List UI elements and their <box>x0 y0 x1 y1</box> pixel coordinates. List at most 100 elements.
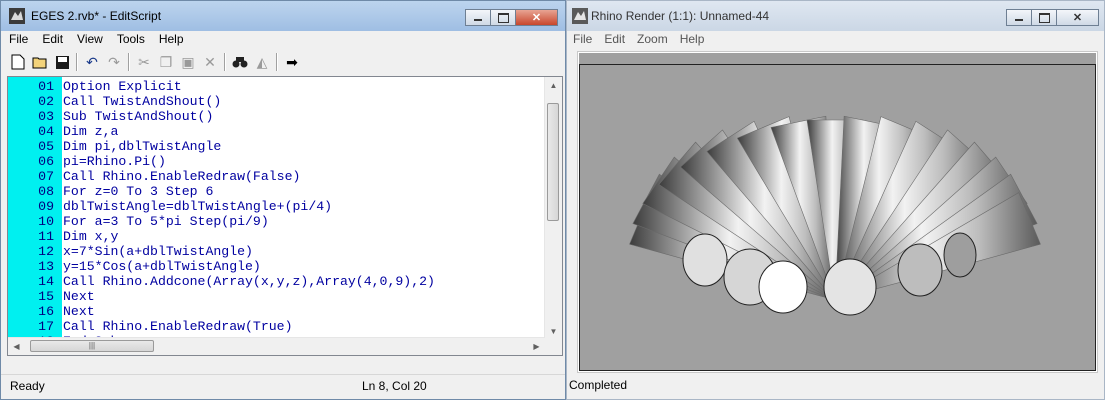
minimize-button[interactable] <box>465 9 490 26</box>
code-line: 04 Dim z,a <box>8 124 435 139</box>
menu-bar: File Edit Zoom Help <box>567 31 1104 48</box>
redo-icon[interactable]: ↷ <box>103 51 125 73</box>
editscript-window: EGES 2.rvb* - EditScript ✕ File Edit Vie… <box>0 0 566 400</box>
line-number: 17 <box>38 319 54 334</box>
close-button[interactable]: ✕ <box>1056 9 1099 26</box>
code-line: 12 x=7*Sin(a+dblTwistAngle) <box>8 244 435 259</box>
toolbar-separator <box>276 53 278 71</box>
code-line: 11 Dim x,y <box>8 229 435 244</box>
rhino-app-icon <box>572 8 588 24</box>
line-number: 11 <box>38 229 54 244</box>
code-line: 16 Next <box>8 304 435 319</box>
delete-icon[interactable]: ✕ <box>199 51 221 73</box>
render-viewport[interactable] <box>577 51 1098 373</box>
code-line: 01 Option Explicit <box>8 79 435 94</box>
vertical-scrollbar[interactable]: ▲ ▼ <box>544 77 562 340</box>
vertical-scroll-thumb[interactable] <box>547 103 559 221</box>
code-line: 07 Call Rhino.EnableRedraw(False) <box>8 169 435 184</box>
line-number: 05 <box>38 139 54 154</box>
code-text: y=15*Cos(a+dblTwistAngle) <box>63 259 261 274</box>
close-icon: ✕ <box>1072 12 1083 24</box>
render-window: Rhino Render (1:1): Unnamed-44 ✕ File Ed… <box>566 0 1105 400</box>
horizontal-scrollbar[interactable]: ◀ ||| ▶ <box>8 337 545 355</box>
new-file-icon[interactable] <box>7 51 29 73</box>
paste-icon[interactable]: ▣ <box>177 51 199 73</box>
run-icon[interactable]: ➡ <box>281 51 303 73</box>
code-line: 17 Call Rhino.EnableRedraw(True) <box>8 319 435 334</box>
minimize-button[interactable] <box>1006 9 1031 26</box>
maximize-icon <box>498 13 509 23</box>
code-text: Call Rhino.Addcone(Array(x,y,z),Array(4,… <box>63 274 435 289</box>
replace-icon[interactable]: ◭ <box>251 51 273 73</box>
cone-base <box>758 260 808 314</box>
window-title: EGES 2.rvb* - EditScript <box>31 9 162 23</box>
menu-zoom[interactable]: Zoom <box>631 31 674 48</box>
open-folder-icon[interactable] <box>29 51 51 73</box>
code-text: Dim x,y <box>63 229 119 244</box>
code-text: dblTwistAngle=dblTwistAngle+(pi/4) <box>63 199 333 214</box>
maximize-button[interactable] <box>1031 9 1056 26</box>
cone-base <box>823 258 877 316</box>
scroll-up-icon[interactable]: ▲ <box>545 77 562 94</box>
menu-tools[interactable]: Tools <box>110 31 152 48</box>
status-text: Ready <box>10 379 45 393</box>
rendered-cones-image <box>629 115 1041 316</box>
line-number: 12 <box>38 244 54 259</box>
line-number: 02 <box>38 94 54 109</box>
save-icon[interactable] <box>51 51 73 73</box>
code-text: Dim z,a <box>63 124 119 139</box>
window-title: Rhino Render (1:1): Unnamed-44 <box>591 9 770 23</box>
code-line: 15 Next <box>8 289 435 304</box>
menu-file[interactable]: File <box>567 31 598 48</box>
rhino-app-icon <box>9 8 25 24</box>
toolbar-separator <box>76 53 78 71</box>
cone-base <box>897 243 943 297</box>
menu-view[interactable]: View <box>70 31 110 48</box>
code-text: Next <box>63 289 95 304</box>
code-text: Call TwistAndShout() <box>63 94 222 109</box>
code-text: For z=0 To 3 Step 6 <box>63 184 214 199</box>
horizontal-scroll-thumb[interactable]: ||| <box>30 340 154 352</box>
code-line: 03 Sub TwistAndShout() <box>8 109 435 124</box>
line-number: 01 <box>38 79 54 94</box>
menu-help[interactable]: Help <box>674 31 711 48</box>
menu-bar: File Edit View Tools Help <box>2 31 565 48</box>
minimize-icon <box>474 19 482 21</box>
menu-help[interactable]: Help <box>152 31 191 48</box>
line-number: 06 <box>38 154 54 169</box>
code-line: 06 pi=Rhino.Pi() <box>8 154 435 169</box>
line-number: 07 <box>38 169 54 184</box>
render-titlebar[interactable]: Rhino Render (1:1): Unnamed-44 ✕ <box>567 1 1104 31</box>
scroll-right-icon[interactable]: ▶ <box>528 338 545 355</box>
minimize-icon <box>1015 19 1023 21</box>
menu-edit[interactable]: Edit <box>35 31 70 48</box>
code-line: 14 Call Rhino.Addcone(Array(x,y,z),Array(… <box>8 274 435 289</box>
toolbar-separator <box>128 53 130 71</box>
code-line: 10 For a=3 To 5*pi Step(pi/9) <box>8 214 435 229</box>
editscript-titlebar[interactable]: EGES 2.rvb* - EditScript ✕ <box>1 1 565 31</box>
code-text: Call Rhino.EnableRedraw(True) <box>63 319 293 334</box>
code-editor[interactable]: 01 Option Explicit 02 Call TwistAndShout() 0… <box>7 76 563 356</box>
code-text: pi=Rhino.Pi() <box>63 154 166 169</box>
code-line: 09 dblTwistAngle=dblTwistAngle+(pi/4) <box>8 199 435 214</box>
status-bar: Ready Ln 8, Col 20 <box>1 374 565 399</box>
cut-icon[interactable]: ✂ <box>133 51 155 73</box>
render-image <box>579 53 1096 371</box>
code-text: Sub TwistAndShout() <box>63 109 214 124</box>
scroll-left-icon[interactable]: ◀ <box>8 338 25 355</box>
cone-base <box>682 233 728 287</box>
find-icon[interactable] <box>229 51 251 73</box>
maximize-icon <box>1039 13 1050 23</box>
menu-file[interactable]: File <box>2 31 35 48</box>
render-frame <box>579 64 1096 371</box>
code-text: Dim pi,dblTwistAngle <box>63 139 222 154</box>
menu-edit[interactable]: Edit <box>598 31 631 48</box>
code-line: 02 Call TwistAndShout() <box>8 94 435 109</box>
line-number: 04 <box>38 124 54 139</box>
maximize-button[interactable] <box>490 9 515 26</box>
close-button[interactable]: ✕ <box>515 9 558 26</box>
copy-icon[interactable]: ❐ <box>155 51 177 73</box>
undo-icon[interactable]: ↶ <box>81 51 103 73</box>
line-number: 16 <box>38 304 54 319</box>
line-number: 08 <box>38 184 54 199</box>
